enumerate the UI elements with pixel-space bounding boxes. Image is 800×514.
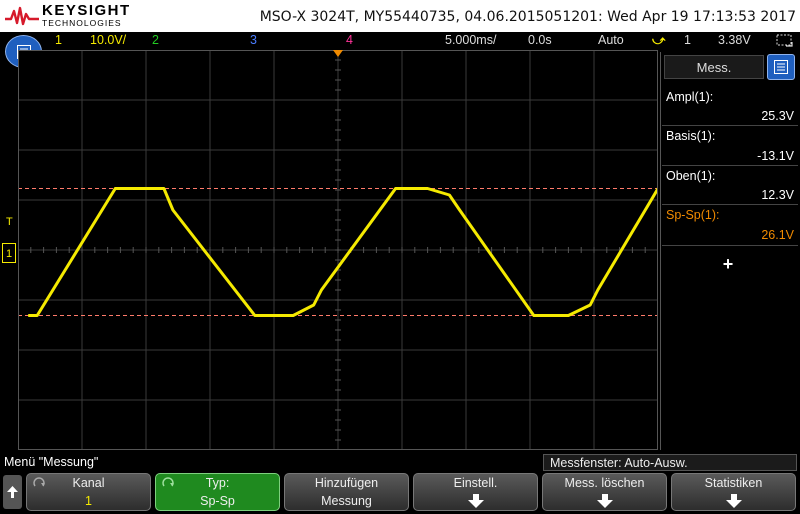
waveform-display[interactable]	[17, 49, 660, 451]
softkey-label: Statistiken	[704, 476, 763, 490]
trigger-position-marker[interactable]	[333, 50, 343, 57]
softkey-label: Kanal	[72, 476, 105, 490]
measurement-label-selected[interactable]: Sp-Sp(1):	[666, 208, 720, 222]
ch2-label[interactable]: 2	[152, 33, 159, 47]
arrow-up-icon	[7, 486, 18, 498]
arrow-down-icon	[467, 494, 484, 508]
menu-title-text: Menü "Messung"	[4, 455, 99, 469]
divider	[662, 125, 798, 126]
softkey-label: Hinzufügen	[314, 476, 379, 490]
panel-menu-button[interactable]	[767, 54, 795, 80]
measurement-value: 25.3V	[761, 109, 794, 123]
measurement-value-selected: 26.1V	[761, 228, 794, 242]
delay-readout[interactable]: 0.0s	[528, 33, 552, 47]
softkey-channel[interactable]: Kanal 1	[26, 473, 151, 511]
instrument-info: MSO-X 3024T, MY55440735, 04.06.201505120…	[259, 9, 796, 25]
softkey-statistics[interactable]: Statistiken	[671, 473, 796, 511]
brand-name: KEYSIGHT	[42, 2, 131, 19]
trigger-level[interactable]: 3.38V	[718, 33, 751, 47]
trigger-mode[interactable]: Auto	[598, 33, 624, 47]
status-bar: 1 10.0V/ 2 3 4 5.000ms/ 0.0s Auto ⤻ 1 3.…	[0, 32, 800, 50]
menu-list-icon	[774, 60, 788, 74]
tab-measurements[interactable]: Mess.	[664, 55, 764, 79]
trigger-level-marker[interactable]: T	[6, 216, 16, 228]
measurement-value: -13.1V	[757, 149, 794, 163]
measurement-label[interactable]: Ampl(1):	[666, 90, 713, 104]
divider	[662, 165, 798, 166]
brand-tagline: TECHNOLOGIES	[42, 18, 122, 28]
arrow-down-icon	[596, 494, 613, 508]
ch1-label[interactable]: 1	[55, 33, 62, 47]
softkey-type[interactable]: Typ: Sp-Sp	[155, 473, 280, 511]
timebase-readout[interactable]: 5.000ms/	[445, 33, 496, 47]
softkey-value: Messung	[321, 494, 372, 508]
arrow-down-icon	[725, 494, 742, 508]
back-button[interactable]	[3, 475, 22, 509]
keysight-logo-icon	[5, 6, 39, 26]
softkey-add-measurement[interactable]: Hinzufügen Messung	[284, 473, 409, 511]
add-measurement-button[interactable]: +	[716, 254, 740, 274]
waveform-chart	[17, 49, 660, 451]
softkey-label: Mess. löschen	[564, 476, 645, 490]
softkey-label: Einstell.	[453, 476, 498, 490]
trigger-edge-icon: ⤻	[652, 33, 666, 47]
divider	[662, 245, 798, 246]
measurement-label[interactable]: Oben(1):	[666, 169, 715, 183]
softkey-clear-measurements[interactable]: Mess. löschen	[542, 473, 667, 511]
header-bar: KEYSIGHT TECHNOLOGIES MSO-X 3024T, MY554…	[0, 0, 800, 32]
softkey-value: 1	[85, 494, 92, 508]
window-restore-icon[interactable]	[776, 34, 794, 48]
ch1-ground-marker[interactable]: 1	[2, 243, 16, 263]
softkey-settings[interactable]: Einstell.	[413, 473, 538, 511]
softkey-label: Typ:	[205, 476, 230, 490]
measurement-value: 12.3V	[761, 188, 794, 202]
menu-title: Menü "Messung"	[0, 453, 540, 471]
measurement-window-status: Messfenster: Auto-Ausw.	[543, 454, 797, 471]
ch4-label[interactable]: 4	[346, 33, 353, 47]
softkey-value: Sp-Sp	[200, 494, 235, 508]
divider	[662, 204, 798, 205]
trigger-source[interactable]: 1	[684, 33, 691, 47]
ch1-scale[interactable]: 10.0V/	[90, 33, 126, 47]
ch3-label[interactable]: 3	[250, 33, 257, 47]
measurement-label[interactable]: Basis(1):	[666, 129, 715, 143]
window-status-text: Messfenster: Auto-Ausw.	[550, 456, 688, 470]
